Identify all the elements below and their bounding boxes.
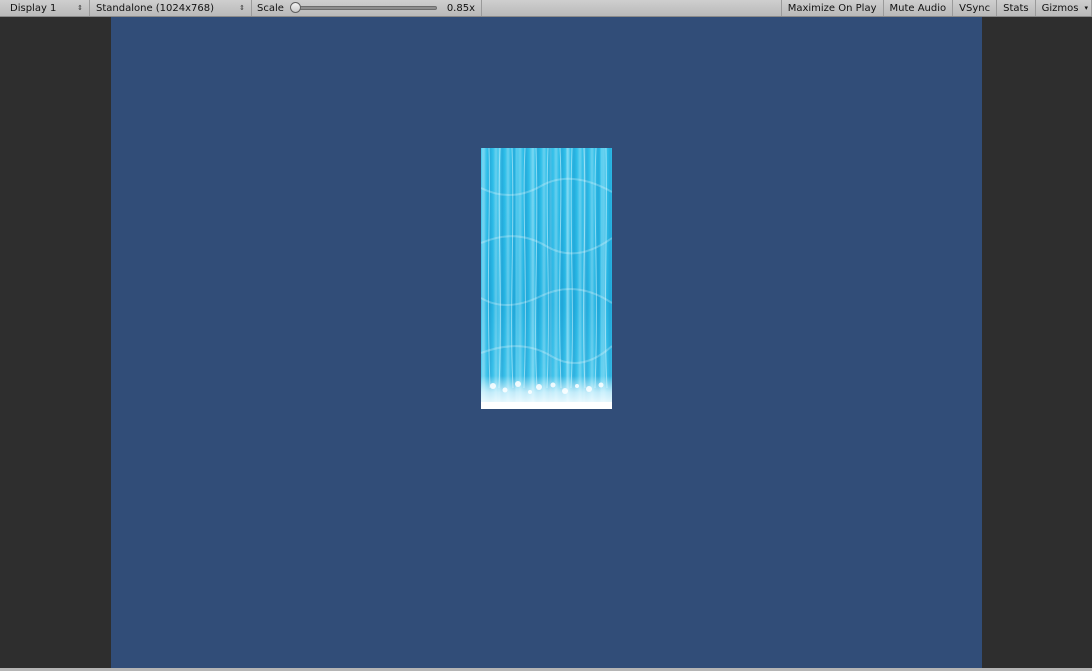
game-view-area <box>0 17 1092 668</box>
game-viewport[interactable] <box>111 17 982 668</box>
maximize-on-play-toggle[interactable]: Maximize On Play <box>780 0 884 16</box>
display-dropdown[interactable]: Display 1 ⇕ <box>0 0 90 16</box>
scale-slider[interactable] <box>289 2 437 13</box>
resolution-dropdown-label: Standalone (1024x768) <box>96 2 215 14</box>
updown-arrow-icon: ⇕ <box>77 3 83 12</box>
mute-audio-label: Mute Audio <box>889 2 947 14</box>
resolution-dropdown[interactable]: Standalone (1024x768) ⇕ <box>90 0 252 16</box>
maximize-on-play-label: Maximize On Play <box>787 2 877 14</box>
gizmos-label: Gizmos <box>1041 2 1079 14</box>
mute-audio-toggle[interactable]: Mute Audio <box>884 0 954 16</box>
vsync-toggle[interactable]: VSync <box>953 0 998 16</box>
updown-arrow-icon: ⇕ <box>239 3 245 12</box>
scale-control: Scale 0.85x <box>252 0 482 16</box>
game-view-toolbar: Display 1 ⇕ Standalone (1024x768) ⇕ Scal… <box>0 0 1092 17</box>
scale-slider-thumb[interactable] <box>289 2 301 13</box>
display-dropdown-label: Display 1 <box>10 2 57 14</box>
waterfall-sprite <box>481 148 612 409</box>
stats-toggle[interactable]: Stats <box>997 0 1036 16</box>
scale-value: 0.85x <box>446 2 475 14</box>
stats-label: Stats <box>1003 2 1029 14</box>
gizmos-toggle[interactable]: Gizmos ▾ <box>1036 0 1092 16</box>
vsync-label: VSync <box>959 2 991 14</box>
scale-label: Scale <box>257 2 284 14</box>
waterfall-texture <box>481 148 612 409</box>
chevron-down-icon[interactable]: ▾ <box>1084 4 1088 12</box>
